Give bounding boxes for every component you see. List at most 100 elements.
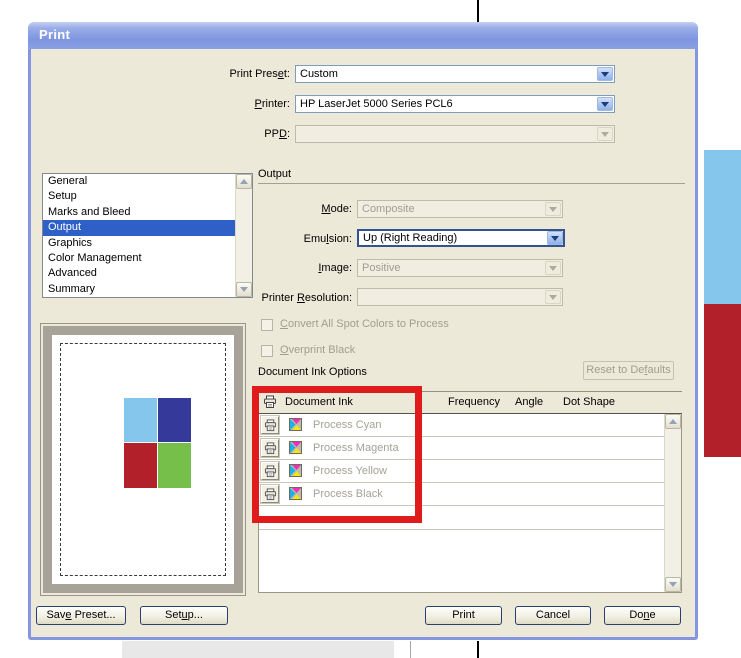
- setup-button[interactable]: Setup...: [140, 606, 228, 625]
- chevron-glyph: [549, 207, 557, 212]
- preview-page: [52, 335, 234, 584]
- button-text: aults: [647, 364, 670, 376]
- emulsion-label: Emulsion:: [152, 233, 352, 245]
- button-text: Print: [452, 609, 475, 621]
- scroll-down-button[interactable]: [665, 577, 681, 592]
- preview-square-darkblue: [158, 398, 191, 442]
- image-select[interactable]: Positive: [357, 259, 563, 277]
- print-preset-select[interactable]: Custom: [295, 65, 615, 83]
- label-accel: O: [280, 344, 289, 356]
- button-text: Preset...: [72, 609, 116, 621]
- label-text: t:: [284, 68, 290, 80]
- arrow-down-icon: [669, 582, 677, 587]
- chevron-down-icon: [545, 261, 561, 275]
- emulsion-value: Up (Right Reading): [363, 232, 457, 244]
- ppd-label: PPD:: [108, 128, 290, 140]
- label-accel: R: [297, 292, 305, 304]
- label-text: verprint Black: [289, 344, 356, 356]
- printer-resolution-select[interactable]: [357, 288, 563, 306]
- label-accel: P: [255, 98, 262, 110]
- printer-value: HP LaserJet 5000 Series PCL6: [300, 98, 453, 110]
- printer-label: Printer:: [108, 98, 290, 110]
- printer-resolution-label: Printer Resolution:: [152, 292, 352, 304]
- chevron-down-icon[interactable]: [597, 97, 613, 111]
- chevron-glyph: [601, 132, 609, 137]
- print-dialog: Print Print Preset: Custom Printer: HP L…: [28, 22, 698, 640]
- mode-select[interactable]: Composite: [357, 200, 563, 218]
- convert-spot-colors-label: Convert All Spot Colors to Process: [280, 318, 449, 330]
- label-text: Print Pres: [229, 68, 277, 80]
- chevron-glyph: [549, 295, 557, 300]
- button-text: Do: [629, 609, 643, 621]
- button-text: e: [650, 609, 656, 621]
- page-preview: [40, 323, 246, 596]
- section-divider: [258, 183, 685, 184]
- chevron-down-icon: [597, 127, 613, 141]
- arrow-up-icon: [240, 179, 248, 184]
- image-label: Image:: [152, 262, 352, 274]
- save-preset-button[interactable]: Save Preset...: [36, 606, 126, 625]
- label-text: Emu: [304, 233, 327, 245]
- button-text: Cancel: [536, 609, 570, 621]
- overprint-black-label: Overprint Black: [280, 344, 355, 356]
- arrow-up-icon: [669, 419, 677, 424]
- label-accel: D: [279, 128, 287, 140]
- ink-table-scrollbar[interactable]: [664, 414, 681, 592]
- preview-artwork: [124, 398, 191, 488]
- chevron-glyph: [601, 102, 609, 107]
- label-text: Printer: [261, 292, 296, 304]
- label-accel: C: [280, 318, 288, 330]
- label-accel: M: [321, 203, 330, 215]
- output-panel-title: Output: [258, 168, 291, 180]
- label-text: sion:: [329, 233, 352, 245]
- print-preset-label: Print Preset:: [108, 68, 290, 80]
- emulsion-select[interactable]: Up (Right Reading): [357, 229, 565, 247]
- button-text: Sav: [46, 609, 65, 621]
- label-text: esolution:: [305, 292, 352, 304]
- preview-square-green: [158, 443, 191, 488]
- label-text: rinter:: [262, 98, 290, 110]
- chevron-down-icon: [545, 202, 561, 216]
- label-text: PP: [264, 128, 279, 140]
- print-preset-value: Custom: [300, 68, 338, 80]
- scroll-up-button[interactable]: [665, 414, 681, 429]
- printer-select[interactable]: HP LaserJet 5000 Series PCL6: [295, 95, 615, 113]
- mode-value: Composite: [362, 203, 415, 215]
- button-text: Reset to De: [586, 364, 644, 376]
- preview-square-red: [124, 443, 157, 488]
- dialog-titlebar[interactable]: Print: [28, 22, 698, 49]
- document-blue-rectangle: [704, 150, 741, 304]
- chevron-down-icon: [545, 290, 561, 304]
- label-text: mage:: [321, 262, 352, 274]
- label-text: onvert All Spot Colors to Process: [288, 318, 449, 330]
- column-header-dot-shape[interactable]: Dot Shape: [563, 396, 615, 408]
- chevron-glyph: [601, 72, 609, 77]
- column-header-frequency[interactable]: Frequency: [448, 396, 500, 408]
- pasteboard-guide-line: [410, 641, 411, 658]
- document-ink-options-title: Document Ink Options: [258, 366, 367, 378]
- image-value: Positive: [362, 262, 401, 274]
- document-red-rectangle: [704, 304, 741, 457]
- red-highlight-annotation: [252, 386, 422, 523]
- scroll-up-button[interactable]: [236, 174, 252, 189]
- ppd-select[interactable]: [295, 125, 615, 143]
- sidebar-item-general[interactable]: General: [43, 174, 252, 189]
- overprint-black-checkbox[interactable]: [261, 345, 273, 357]
- page-guide-line-top: [477, 0, 479, 23]
- chevron-down-icon[interactable]: [547, 231, 563, 245]
- chevron-glyph: [551, 236, 559, 241]
- print-button[interactable]: Print: [425, 606, 502, 625]
- reset-to-defaults-button[interactable]: Reset to Defaults: [583, 361, 674, 380]
- page-guide-line-bottom: [477, 641, 479, 658]
- cancel-button[interactable]: Cancel: [515, 606, 591, 625]
- done-button[interactable]: Done: [604, 606, 681, 625]
- column-header-angle[interactable]: Angle: [515, 396, 543, 408]
- button-text: Set: [165, 609, 182, 621]
- screen: Print Print Preset: Custom Printer: HP L…: [0, 0, 741, 658]
- pasteboard-strip: [122, 641, 394, 658]
- dialog-title: Print: [39, 27, 70, 42]
- chevron-glyph: [549, 266, 557, 271]
- button-text: p...: [188, 609, 203, 621]
- convert-spot-colors-checkbox[interactable]: [261, 319, 273, 331]
- chevron-down-icon[interactable]: [597, 67, 613, 81]
